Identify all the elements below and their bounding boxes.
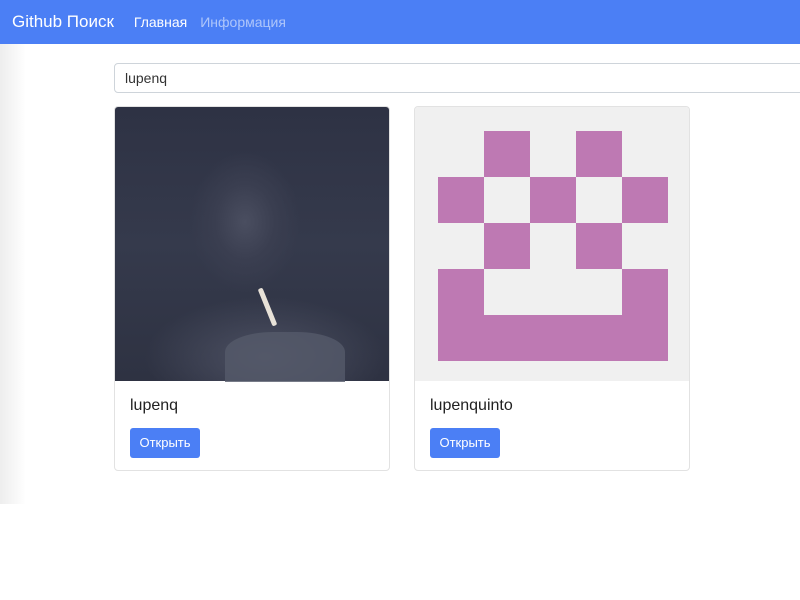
user-login: lupenquinto (430, 397, 513, 414)
user-card: lupenq Открыть (114, 106, 390, 471)
open-button[interactable]: Открыть (130, 428, 200, 458)
user-identicon-image (415, 107, 689, 381)
navbar: Github Поиск Главная Информация (0, 0, 800, 44)
card-body: lupenquinto Открыть (415, 381, 689, 458)
identicon-graphic (438, 131, 668, 361)
search-input[interactable] (114, 63, 800, 93)
nav-link-home[interactable]: Главная (134, 14, 187, 30)
card-body: lupenq Открыть (115, 381, 389, 458)
side-shadow (0, 44, 26, 504)
brand-link[interactable]: Github Поиск (12, 12, 114, 32)
user-card: lupenquinto Открыть (414, 106, 690, 471)
user-avatar-image (115, 107, 389, 382)
open-button[interactable]: Открыть (430, 428, 500, 458)
photo-detail (257, 287, 278, 327)
user-login: lupenq (130, 397, 179, 414)
photo-detail (225, 332, 345, 382)
nav-link-info[interactable]: Информация (200, 14, 286, 30)
